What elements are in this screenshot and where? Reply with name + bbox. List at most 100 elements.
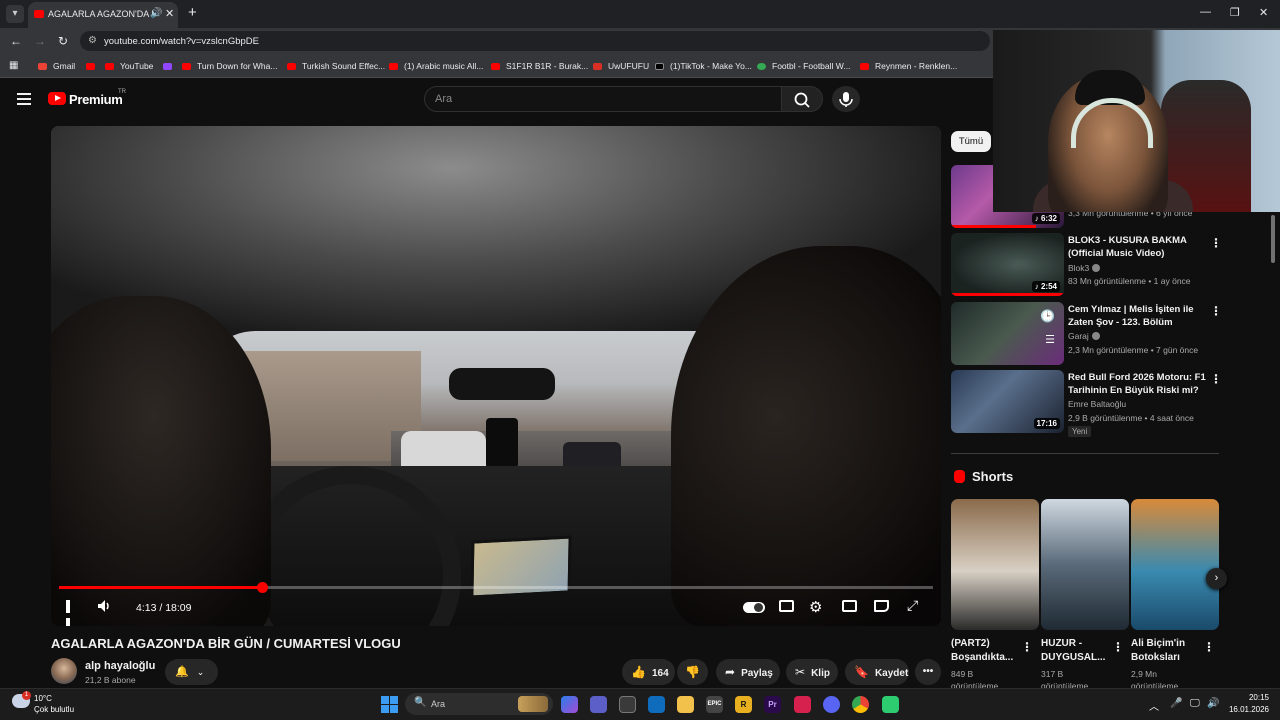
chevron-up-icon[interactable]: ︿: [1149, 698, 1159, 713]
bookmark-item[interactable]: (1)TikTok - Make Yo...: [655, 61, 752, 71]
chrome-icon[interactable]: [852, 696, 869, 713]
pause-button[interactable]: [66, 600, 78, 626]
weather-temperature[interactable]: 10°C: [34, 694, 52, 703]
maximize-icon[interactable]: ❐: [1230, 6, 1240, 19]
youtube-logo-icon[interactable]: [48, 92, 66, 105]
app-green-icon[interactable]: [882, 696, 899, 713]
premiere-pro-icon[interactable]: Pr: [764, 696, 781, 713]
epic-games-icon[interactable]: EPIC: [706, 696, 723, 713]
filter-chip-all[interactable]: Tümü: [951, 131, 991, 152]
more-vertical-icon[interactable]: ⋮: [1210, 236, 1222, 250]
site-info-icon[interactable]: ⚙: [88, 35, 97, 46]
minimize-icon[interactable]: —: [1200, 6, 1211, 18]
short-title[interactable]: Ali Biçim'in Botoksları: [1131, 637, 1201, 665]
discord-icon[interactable]: [823, 696, 840, 713]
short-title[interactable]: (PART2) Boşandıkta...: [951, 637, 1021, 665]
speaker-icon[interactable]: 🔊: [1207, 698, 1219, 709]
recommendation-title[interactable]: Red Bull Ford 2026 Motoru: F1 Tarihinin …: [1068, 371, 1208, 397]
file-explorer-icon[interactable]: [677, 696, 694, 713]
bookmark-item[interactable]: Gmail: [38, 61, 75, 71]
clock-time[interactable]: 20:15: [1231, 693, 1269, 702]
bookmark-item[interactable]: YouTube: [105, 61, 153, 71]
volume-icon[interactable]: [97, 599, 113, 616]
more-actions-button[interactable]: •••: [915, 659, 941, 685]
shorts-next-button[interactable]: ›: [1206, 568, 1227, 589]
more-vertical-icon[interactable]: ⋮: [1203, 640, 1215, 654]
bookmark-item[interactable]: [163, 61, 178, 71]
recommendation-channel[interactable]: Blok3: [1068, 263, 1101, 273]
clock-date[interactable]: 16.01.2026: [1225, 705, 1269, 714]
recommendation-channel[interactable]: Garaj: [1068, 331, 1100, 341]
copilot-icon[interactable]: [561, 696, 578, 713]
back-icon[interactable]: ←: [10, 34, 22, 48]
recommendation-thumbnail[interactable]: 17:16: [951, 370, 1064, 433]
autoplay-toggle[interactable]: [743, 602, 765, 613]
like-button[interactable]: 👍 164: [622, 659, 675, 685]
clip-button[interactable]: ✂ Klip: [786, 659, 838, 685]
outlook-icon[interactable]: [648, 696, 665, 713]
share-button[interactable]: ➦ Paylaş: [716, 659, 780, 685]
recommendation-channel[interactable]: Emre Baltaoğlu: [1068, 399, 1126, 409]
more-vertical-icon[interactable]: ⋮: [1210, 372, 1222, 386]
microphone-icon[interactable]: 🎤: [1170, 698, 1182, 709]
bookmark-item[interactable]: Reynmen - Renklen...: [860, 61, 957, 71]
notification-bell-button[interactable]: 🔔 ⌄: [165, 659, 218, 685]
short-thumbnail[interactable]: [951, 499, 1039, 630]
bookmark-item[interactable]: S1F1R B1R - Burak...: [491, 61, 588, 71]
page-scrollbar[interactable]: [1271, 215, 1275, 263]
recommendation-title[interactable]: Cem Yılmaz | Melis İşiten ile Zaten Şov …: [1068, 303, 1208, 329]
voice-search-button[interactable]: [832, 86, 860, 112]
recommendation-thumbnail[interactable]: 🕒 ☰: [951, 302, 1064, 365]
bookmark-item[interactable]: Turn Down for Wha...: [182, 61, 277, 71]
more-vertical-icon[interactable]: ⋮: [1210, 304, 1222, 318]
apps-grid-icon[interactable]: ▦: [9, 60, 18, 71]
bookmark-item[interactable]: Turkish Sound Effec...: [287, 61, 385, 71]
reload-icon[interactable]: ↻: [58, 34, 68, 48]
url-field[interactable]: ⚙ youtube.com/watch?v=vzslcnGbpDE: [80, 31, 990, 51]
subtitles-icon[interactable]: [779, 600, 794, 612]
window-close-icon[interactable]: ✕: [1259, 6, 1268, 19]
dislike-button[interactable]: 👎: [677, 659, 708, 685]
monitor-icon[interactable]: 🖵: [1190, 698, 1200, 709]
more-vertical-icon[interactable]: ⋮: [1021, 640, 1033, 654]
new-tab-button[interactable]: +: [188, 4, 197, 21]
windows-start-icon[interactable]: [381, 696, 398, 713]
weather-description[interactable]: Çok bulutlu: [34, 705, 74, 714]
more-vertical-icon[interactable]: ⋮: [1112, 640, 1124, 654]
bookmark-item[interactable]: [86, 61, 101, 71]
teams-icon[interactable]: [590, 696, 607, 713]
search-button[interactable]: [781, 86, 823, 112]
app-r-icon[interactable]: R: [735, 696, 752, 713]
short-title[interactable]: HUZUR - DUYGUSAL...: [1041, 637, 1111, 665]
short-thumbnail[interactable]: [1131, 499, 1219, 630]
forward-icon[interactable]: →: [34, 34, 46, 48]
browser-tab-active[interactable]: AGALARLA AGAZON'DA BİR 🔊 ✕: [28, 2, 178, 28]
seek-handle[interactable]: [257, 582, 269, 593]
video-player[interactable]: 4:13 / 18:09 ⚙ ⤢: [51, 126, 941, 626]
short-thumbnail[interactable]: [1041, 499, 1129, 630]
bookmark-item[interactable]: (1) Arabic music All...: [389, 61, 483, 71]
tab-search-button[interactable]: ▾: [6, 5, 24, 23]
settings-gear-icon[interactable]: ⚙: [809, 598, 822, 616]
watch-later-icon[interactable]: 🕒: [1037, 308, 1058, 324]
bookmark-item[interactable]: Footbl - Football W...: [757, 61, 850, 71]
tab-audio-icon[interactable]: 🔊: [150, 8, 162, 19]
save-button[interactable]: 🔖 Kaydet: [845, 659, 909, 685]
taskbar-search-input[interactable]: 🔍 Ara: [405, 693, 553, 715]
pocket-icon[interactable]: [794, 696, 811, 713]
recommendation-thumbnail[interactable]: ♪ 2:54: [951, 233, 1064, 296]
recommendation-title[interactable]: BLOK3 - KUSURA BAKMA (Official Music Vid…: [1068, 234, 1208, 260]
cast-icon[interactable]: [874, 600, 889, 612]
youtube-premium-logo[interactable]: Premium: [69, 92, 123, 107]
miniplayer-icon[interactable]: [842, 600, 857, 612]
tab-close-icon[interactable]: ✕: [165, 7, 174, 20]
menu-icon[interactable]: [17, 93, 31, 105]
seek-bar[interactable]: [59, 582, 933, 593]
channel-avatar[interactable]: [51, 658, 77, 684]
search-input[interactable]: Ara: [424, 86, 782, 112]
bookmark-item[interactable]: UwUFUFU: [593, 61, 649, 71]
add-to-queue-icon[interactable]: ☰: [1042, 332, 1058, 347]
channel-name[interactable]: alp hayaloğlu: [85, 660, 155, 672]
store-icon[interactable]: [619, 696, 636, 713]
fullscreen-icon[interactable]: ⤢: [907, 597, 918, 614]
